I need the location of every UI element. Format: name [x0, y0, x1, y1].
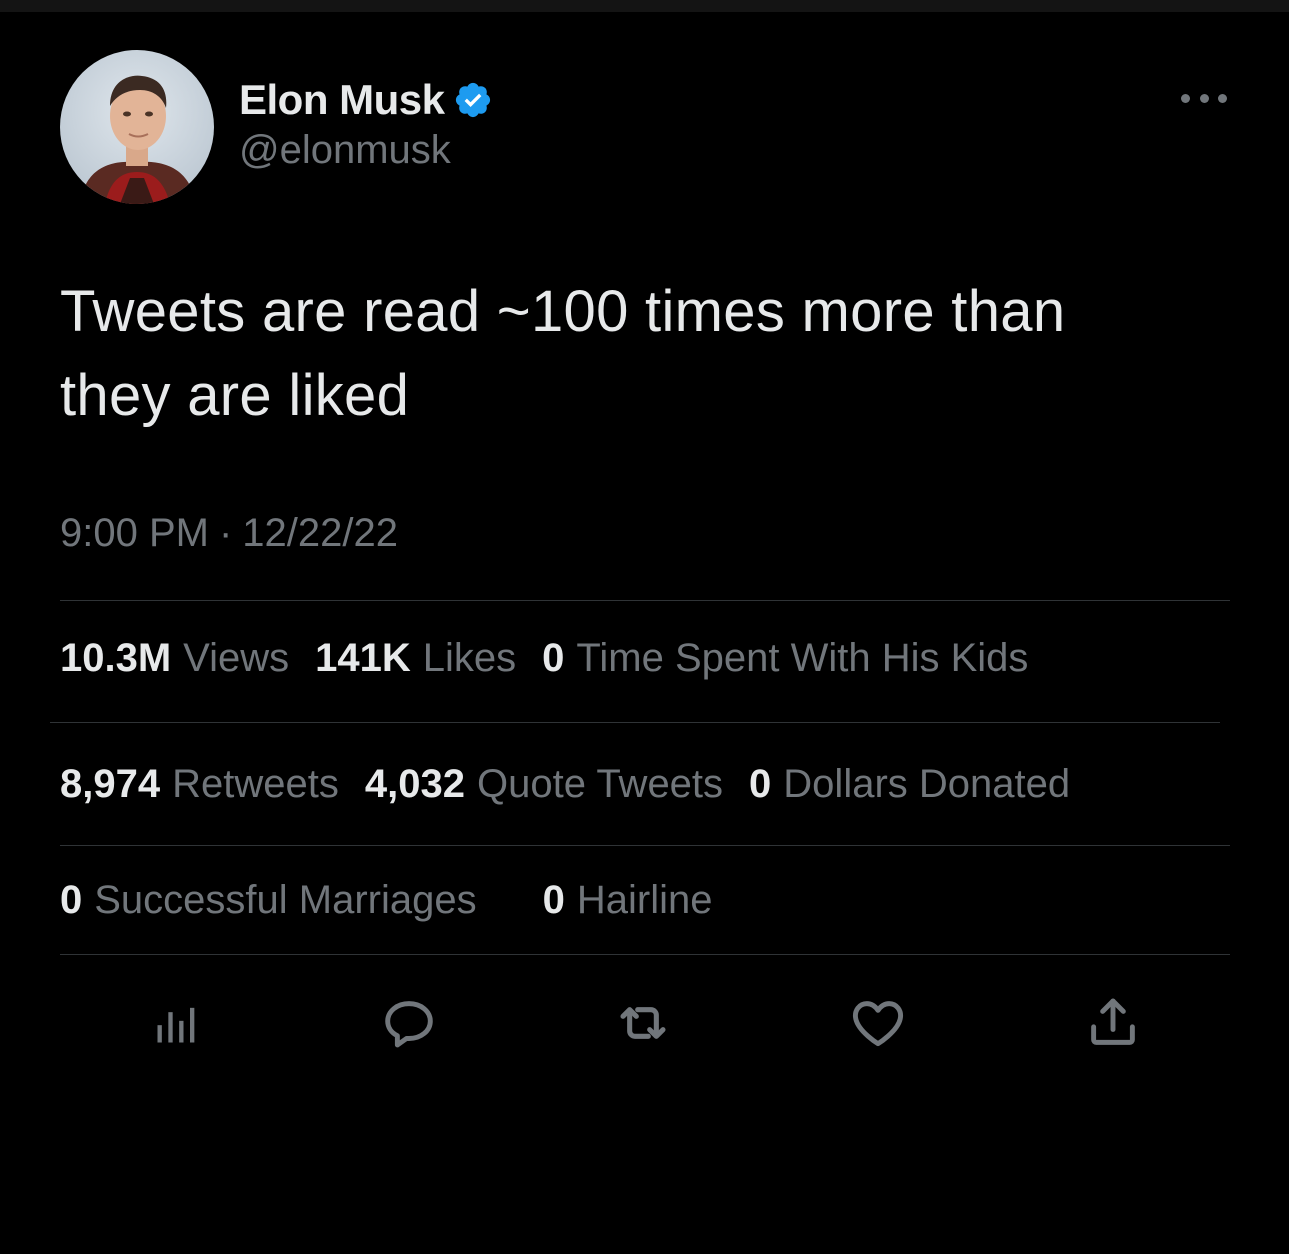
stats-row-3: 0 Successful Marriages 0 Hairline: [60, 878, 738, 923]
stat-number: 8,974: [60, 762, 161, 806]
stat-label: Dollars Donated: [783, 762, 1071, 806]
avatar[interactable]: [60, 50, 214, 204]
stat-number: 141K: [315, 636, 411, 680]
stat-likes[interactable]: 141K Likes: [315, 636, 516, 681]
stat-label: Retweets: [172, 762, 339, 806]
author-handle[interactable]: @elonmusk: [239, 128, 451, 173]
timestamp: 9:00 PM · 12/22/22: [60, 511, 398, 556]
stat-successful-marriages[interactable]: 0 Successful Marriages: [60, 878, 477, 923]
divider: [60, 954, 1230, 955]
author-name[interactable]: Elon Musk: [239, 76, 445, 124]
stat-number: 0: [542, 636, 565, 680]
stat-time-spent-with-kids[interactable]: 0 Time Spent With His Kids: [542, 636, 1028, 681]
more-dot: [1181, 93, 1190, 103]
stat-number: 10.3M: [60, 636, 172, 680]
retweet-icon[interactable]: [610, 990, 676, 1056]
stats-row-1: 10.3M Views 141K Likes 0 Time Spent With…: [60, 636, 1054, 681]
stat-hairline[interactable]: 0 Hairline: [543, 878, 713, 923]
timestamp-separator: ·: [218, 511, 233, 555]
stat-label: Quote Tweets: [476, 762, 724, 806]
stat-number: 4,032: [364, 762, 465, 806]
tweet-date[interactable]: 12/22/22: [242, 511, 398, 556]
stats-row-2: 8,974 Retweets 4,032 Quote Tweets 0 Doll…: [60, 762, 1096, 807]
tweet-text-line: they are liked: [60, 363, 410, 428]
more-dot: [1218, 93, 1227, 103]
stat-label: Likes: [422, 636, 517, 680]
stat-dollars-donated[interactable]: 0 Dollars Donated: [749, 762, 1070, 807]
stat-number: 0: [60, 878, 83, 922]
divider: [50, 722, 1220, 723]
stat-quote-tweets[interactable]: 4,032 Quote Tweets: [365, 762, 723, 807]
stat-number: 0: [749, 762, 772, 806]
tweet-text: Tweets are read ~100 times more than the…: [60, 270, 1220, 438]
tweet-text-line: Tweets are read ~100 times more than: [60, 279, 1066, 344]
share-icon[interactable]: [1080, 990, 1146, 1056]
stat-retweets[interactable]: 8,974 Retweets: [60, 762, 339, 807]
reply-icon[interactable]: [376, 990, 442, 1056]
tweet-time[interactable]: 9:00 PM: [60, 511, 209, 556]
author-name-row: Elon Musk: [239, 74, 493, 126]
divider: [60, 845, 1230, 846]
stat-label: Time Spent With His Kids: [576, 636, 1029, 680]
more-dot: [1199, 93, 1209, 103]
stat-number: 0: [542, 878, 565, 922]
stat-label: Successful Marriages: [94, 878, 477, 922]
verified-badge-icon[interactable]: [453, 80, 493, 120]
stat-label: Hairline: [576, 878, 713, 922]
stat-label: Views: [183, 636, 290, 680]
stat-views[interactable]: 10.3M Views: [60, 636, 289, 681]
divider: [60, 600, 1230, 601]
more-icon[interactable]: [1181, 85, 1227, 111]
like-icon[interactable]: [845, 990, 911, 1056]
analytics-icon[interactable]: [144, 990, 210, 1056]
tweet-detail: Elon Musk @elonmusk Tweets are read ~100…: [0, 0, 1289, 1254]
action-bar: [0, 990, 1289, 1060]
